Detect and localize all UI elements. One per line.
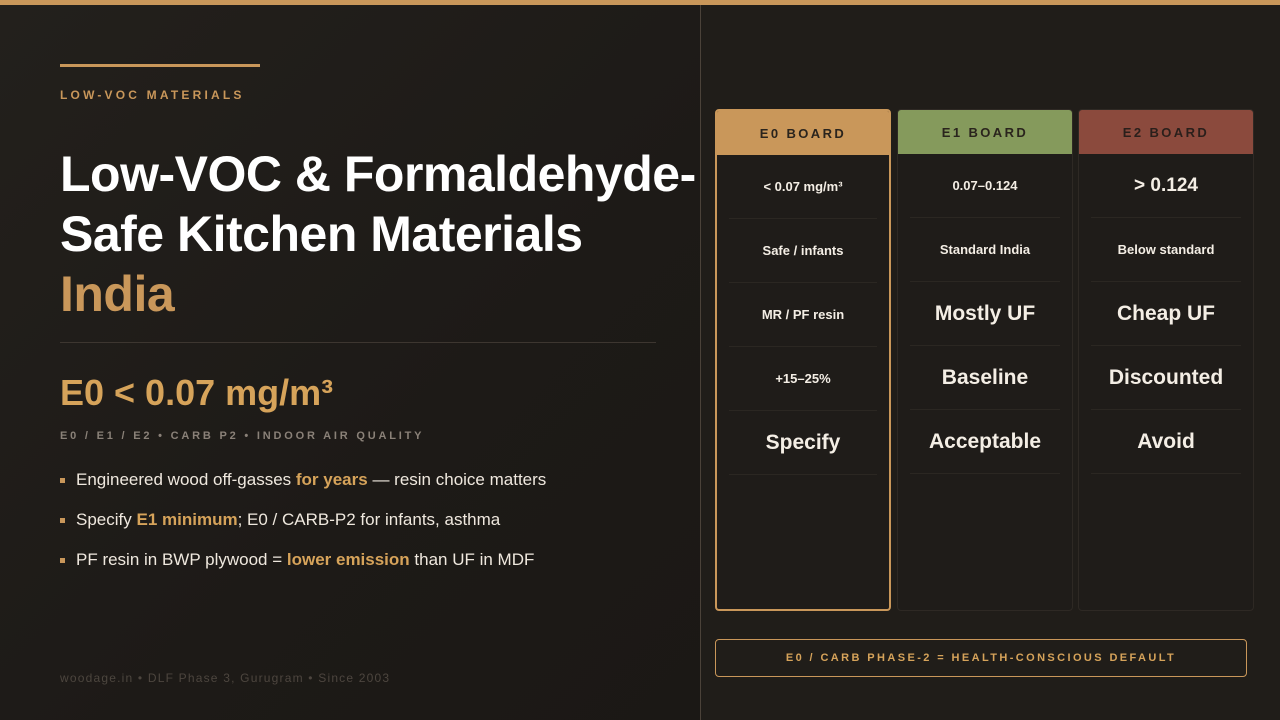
bullet-text: Engineered wood off-gasses for years — r… [76, 470, 547, 489]
column-e0-board: E0 BOARD < 0.07 mg/m³ Safe / infants MR … [715, 109, 891, 611]
title-line-2: Safe Kitchen Materials [60, 206, 583, 262]
cell-e0-emission: < 0.07 mg/m³ [729, 155, 877, 219]
cell-e0-resin: MR / PF resin [729, 283, 877, 347]
title-line-1: Low-VOC & Formaldehyde- [60, 146, 696, 202]
cell-e1-resin: Mostly UF [910, 282, 1060, 346]
cell-e2-cost: Discounted [1091, 346, 1241, 410]
bullet-list: Engineered wood off-gasses for years — r… [60, 460, 680, 580]
footer-text: woodage.in • DLF Phase 3, Gurugram • Sin… [60, 671, 391, 685]
bullet-text: Specify E1 minimum; E0 / CARB-P2 for inf… [76, 510, 501, 529]
recommendation-banner: E0 / CARB PHASE-2 = HEALTH-CONSCIOUS DEF… [715, 639, 1247, 677]
title-line-3: India [60, 266, 175, 322]
bullet-text: PF resin in BWP plywood = lower emission… [76, 550, 535, 569]
slide-title: Low-VOC & Formaldehyde- Safe Kitchen Mat… [60, 144, 720, 324]
column-header-e0: E0 BOARD [717, 111, 889, 155]
column-header-e2: E2 BOARD [1079, 110, 1253, 154]
cell-e1-cost: Baseline [910, 346, 1060, 410]
bullet-item: Engineered wood off-gasses for years — r… [60, 460, 680, 500]
bullet-square-icon [60, 557, 65, 563]
bullet-highlight: E1 minimum [136, 510, 238, 529]
bullet-item: Specify E1 minimum; E0 / CARB-P2 for inf… [60, 500, 680, 540]
key-stat: E0 < 0.07 mg/m³ [60, 372, 334, 413]
section-divider [60, 342, 656, 343]
cell-e1-suitability: Standard India [910, 218, 1060, 282]
eyebrow-label: LOW-VOC MATERIALS [60, 88, 245, 102]
bullet-square-icon [60, 477, 65, 483]
bullet-square-icon [60, 517, 65, 523]
cell-e2-suitability: Below standard [1091, 218, 1241, 282]
cell-e1-emission: 0.07–0.124 [910, 154, 1060, 218]
column-header-e1: E1 BOARD [898, 110, 1072, 154]
column-e1-board: E1 BOARD 0.07–0.124 Standard India Mostl… [897, 109, 1073, 611]
eyebrow-accent-line [60, 64, 260, 67]
cell-e1-verdict: Acceptable [910, 410, 1060, 474]
cell-e2-resin: Cheap UF [1091, 282, 1241, 346]
cell-e0-suitability: Safe / infants [729, 219, 877, 283]
bullet-item: PF resin in BWP plywood = lower emission… [60, 540, 680, 580]
left-panel [0, 5, 700, 720]
cell-e2-verdict: Avoid [1091, 410, 1241, 474]
stat-subtitle: E0 / E1 / E2 • CARB P2 • INDOOR AIR QUAL… [60, 430, 425, 442]
vertical-divider [700, 5, 701, 720]
column-e2-board: E2 BOARD > 0.124 Below standard Cheap UF… [1078, 109, 1254, 611]
cell-e2-emission: > 0.124 [1091, 154, 1241, 218]
bullet-highlight: lower emission [286, 550, 410, 569]
cell-e0-verdict: Specify [729, 411, 877, 475]
bullet-highlight: for years [295, 470, 368, 489]
cell-e0-cost: +15–25% [729, 347, 877, 411]
